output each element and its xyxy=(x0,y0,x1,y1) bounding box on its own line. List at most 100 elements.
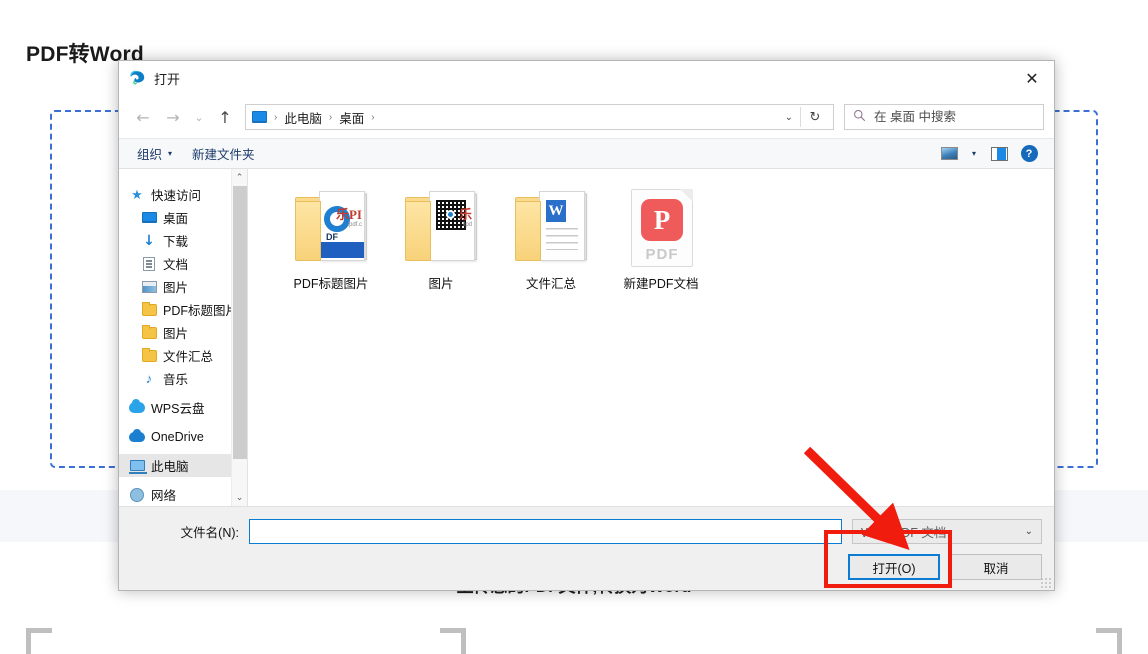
sidebar-item-0[interactable]: ★ 快速访问 xyxy=(119,183,247,206)
sidebar-item-12[interactable]: 网络 xyxy=(119,483,247,506)
recent-locations-button[interactable]: ⌄ xyxy=(189,103,209,131)
scroll-down-icon[interactable]: ⌄ xyxy=(232,489,248,506)
breadcrumb-separator: › xyxy=(269,112,282,123)
chevron-down-icon: ⌄ xyxy=(1025,526,1033,537)
this-pc-icon-wrap xyxy=(129,458,145,474)
dialog-footer: 文件名(N): WPS PDF 文档 ⌄ 打开(O) 取消 xyxy=(119,506,1054,590)
sidebar-item-3[interactable]: 文档⚲ xyxy=(119,252,247,275)
back-button[interactable]: ← xyxy=(129,103,157,131)
breadcrumb-desktop[interactable]: 桌面 xyxy=(337,107,366,128)
chevron-down-icon: ▾ xyxy=(168,149,172,158)
sidebar-item-7[interactable]: 文件汇总 xyxy=(119,344,247,367)
chevron-down-icon: ▾ xyxy=(972,149,976,158)
folder-icon xyxy=(142,327,157,339)
pdf-file-icon: PPDF xyxy=(621,187,701,269)
document-icon-wrap xyxy=(141,256,157,272)
file-name-label: 图片 xyxy=(428,273,453,292)
open-button[interactable]: 打开(O) xyxy=(848,554,940,580)
sidebar-item-4[interactable]: 图片⚲ xyxy=(119,275,247,298)
document-icon xyxy=(143,257,155,271)
dialog-titlebar: 打开 ✕ xyxy=(119,61,1054,96)
sidebar-item-label: OneDrive xyxy=(151,430,204,444)
search-icon xyxy=(853,109,866,125)
file-item-1[interactable]: 乐llpd 图片 xyxy=(386,185,496,305)
filetype-dropdown[interactable]: WPS PDF 文档 ⌄ xyxy=(852,519,1042,544)
navigation-pane: ★快速访问桌面⚲↓下载⚲文档⚲图片⚲PDF标题图片图片文件汇总♪音乐WPS云盘O… xyxy=(119,169,247,506)
edge-icon xyxy=(129,68,146,90)
folder-icon-wrap xyxy=(141,302,157,318)
view-mode-icon xyxy=(941,147,958,160)
this-pc-icon xyxy=(252,111,267,123)
folder-icon xyxy=(142,350,157,362)
file-item-2[interactable]: W 文件汇总 xyxy=(496,185,606,305)
monitor-icon xyxy=(142,212,157,223)
sidebar-item-label: 文档 xyxy=(163,254,188,273)
star-icon: ★ xyxy=(131,187,143,203)
sidebar-item-label: 音乐 xyxy=(163,369,188,388)
file-name-label: 新建PDF文档 xyxy=(623,273,698,292)
open-file-dialog: 打开 ✕ ← → ⌄ ↑ › 此电脑 › 桌面 › ⌄ ↻ xyxy=(118,60,1055,591)
word-doc-icon: W xyxy=(511,187,591,269)
refresh-icon[interactable]: ↻ xyxy=(801,104,829,130)
resize-grip[interactable] xyxy=(1041,578,1051,588)
cancel-button[interactable]: 取消 xyxy=(950,554,1042,580)
close-icon[interactable]: ✕ xyxy=(1010,62,1054,96)
file-item-3[interactable]: PPDF 新建PDF文档 xyxy=(606,185,716,305)
forward-button[interactable]: → xyxy=(159,103,187,131)
sidebar-item-label: 文件汇总 xyxy=(163,346,213,365)
sidebar-item-11[interactable]: 此电脑 xyxy=(119,454,247,477)
command-bar-right: ▾ ? xyxy=(936,142,1046,166)
corner-bracket-left xyxy=(26,628,52,654)
sidebar-item-label: 图片 xyxy=(163,277,188,296)
wps-cloud-icon-wrap xyxy=(129,400,145,416)
dialog-body: ★快速访问桌面⚲↓下载⚲文档⚲图片⚲PDF标题图片图片文件汇总♪音乐WPS云盘O… xyxy=(119,169,1054,506)
new-folder-button[interactable]: 新建文件夹 xyxy=(182,141,265,166)
download-icon-wrap: ↓ xyxy=(141,233,157,249)
sidebar-item-label: WPS云盘 xyxy=(151,398,204,417)
filetype-value: WPS PDF 文档 xyxy=(861,522,946,541)
sidebar-item-2[interactable]: ↓下载⚲ xyxy=(119,229,247,252)
preview-pane-button[interactable] xyxy=(986,142,1012,166)
sidebar-item-5[interactable]: PDF标题图片 xyxy=(119,298,247,321)
scroll-up-icon[interactable]: ⌃ xyxy=(232,169,248,186)
dialog-buttons: 打开(O) 取消 xyxy=(131,554,1042,580)
search-box[interactable] xyxy=(844,104,1044,130)
dialog-title: 打开 xyxy=(154,69,180,88)
star-icon-wrap: ★ xyxy=(129,187,145,203)
sidebar-item-10[interactable]: OneDrive xyxy=(119,425,247,448)
file-item-0[interactable]: DF 乐PIlpdf.c PDF标题图片 xyxy=(276,185,386,305)
help-button[interactable]: ? xyxy=(1016,142,1042,166)
filename-input[interactable] xyxy=(249,519,842,544)
view-mode-dropdown[interactable]: ▾ xyxy=(966,142,982,166)
address-bar[interactable]: › 此电脑 › 桌面 › ⌄ ↻ xyxy=(245,104,834,130)
pictures-icon-wrap xyxy=(141,279,157,295)
onedrive-icon xyxy=(129,432,145,442)
sidebar-scrollbar[interactable]: ⌃ ⌄ xyxy=(231,169,247,506)
chevron-down-icon[interactable]: ⌄ xyxy=(778,112,800,123)
search-input[interactable] xyxy=(874,110,1035,124)
command-bar: 组织 ▾ 新建文件夹 ▾ ? xyxy=(119,138,1054,169)
scrollbar-thumb[interactable] xyxy=(233,186,247,459)
network-icon-wrap xyxy=(129,487,145,503)
view-mode-button[interactable] xyxy=(936,142,962,166)
up-button[interactable]: ↑ xyxy=(211,103,239,131)
sidebar-item-9[interactable]: WPS云盘 xyxy=(119,396,247,419)
sidebar-item-label: 快速访问 xyxy=(151,185,201,204)
corner-bracket-right xyxy=(1096,628,1122,654)
sidebar-item-1[interactable]: 桌面⚲ xyxy=(119,206,247,229)
sidebar-item-6[interactable]: 图片 xyxy=(119,321,247,344)
folder-icon-wrap xyxy=(141,325,157,341)
folder-icon xyxy=(142,304,157,316)
onedrive-icon-wrap xyxy=(129,429,145,445)
sidebar-item-label: 桌面 xyxy=(163,208,188,227)
organize-button[interactable]: 组织 ▾ xyxy=(127,141,182,166)
scrollbar-track[interactable] xyxy=(232,186,248,489)
breadcrumb-this-pc[interactable]: 此电脑 xyxy=(282,107,324,128)
sidebar-item-8[interactable]: ♪ 音乐 xyxy=(119,367,247,390)
filename-label: 文件名(N): xyxy=(131,522,249,541)
breadcrumb-separator: › xyxy=(324,112,337,123)
file-list-pane[interactable]: DF 乐PIlpdf.c PDF标题图片 乐llpd 图片 W 文件汇总 PPD… xyxy=(248,169,1054,506)
folder-icon-wrap xyxy=(141,348,157,364)
music-icon: ♪ xyxy=(146,371,153,386)
sidebar-item-label: 下载 xyxy=(163,231,188,250)
